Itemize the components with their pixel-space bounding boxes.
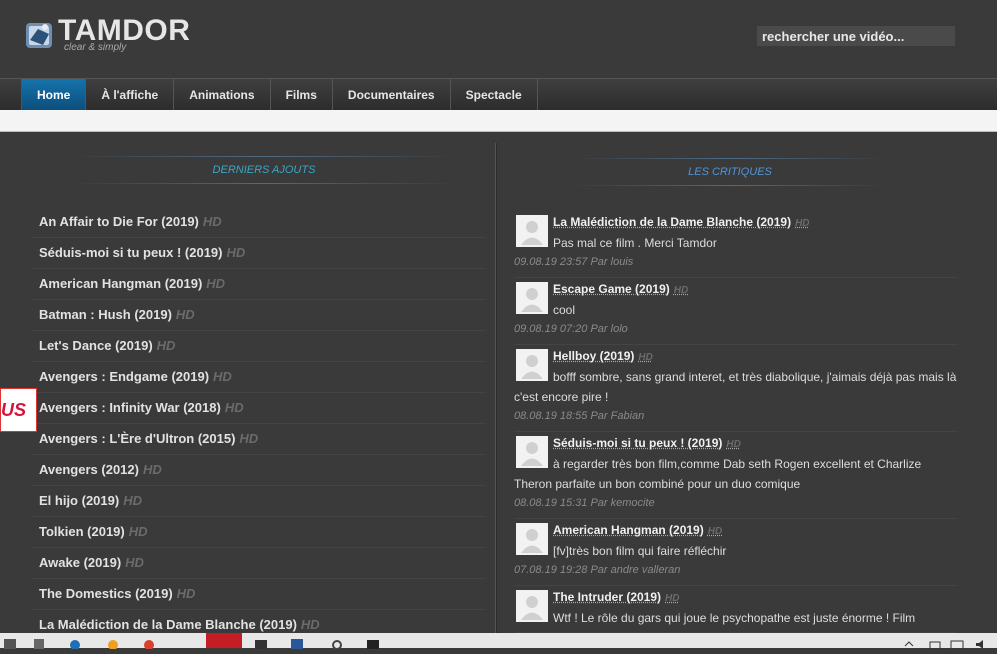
review-text: cool: [514, 300, 958, 320]
hd-badge: HD: [129, 524, 148, 539]
movie-link[interactable]: Batman : Hush (2019) HD: [32, 300, 486, 331]
user-avatar-icon: [516, 523, 548, 555]
review-movie-link[interactable]: The Intruder (2019) HD: [553, 588, 958, 608]
review-meta: 09.08.19 07:20 Par lolo: [514, 320, 958, 340]
hd-badge: HD: [157, 338, 176, 353]
active-app-icon[interactable]: [206, 633, 242, 648]
chevron-up-icon[interactable]: [902, 636, 916, 648]
section-title: DERNIERS AJOUTS: [70, 157, 458, 183]
hd-badge: HD: [123, 493, 142, 508]
store-icon[interactable]: [32, 636, 46, 648]
hd-badge: HD: [125, 555, 144, 570]
nav-a-laffiche[interactable]: À l'affiche: [86, 79, 174, 111]
word-icon[interactable]: [290, 636, 304, 648]
nav-documentaires[interactable]: Documentaires: [333, 79, 451, 111]
latest-movies-list: An Affair to Die For (2019) HD Séduis-moi…: [32, 207, 486, 641]
review-movie-link[interactable]: American Hangman (2019) HD: [553, 521, 958, 541]
gear-icon[interactable]: [330, 636, 344, 648]
hd-badge: HD: [708, 526, 722, 537]
hd-badge: HD: [206, 276, 225, 291]
site-header: TAMDOR clear & simply: [0, 0, 997, 78]
hd-badge: HD: [143, 462, 162, 477]
side-promo-badge[interactable]: US: [0, 388, 37, 432]
review-item: Escape Game (2019) HD cool 09.08.19 07:20…: [514, 278, 958, 345]
logo-subtitle: clear & simply: [64, 42, 126, 53]
movie-link[interactable]: Let's Dance (2019) HD: [32, 331, 486, 362]
logo-icon[interactable]: [25, 20, 55, 50]
movie-link[interactable]: El hijo (2019) HD: [32, 486, 486, 517]
window-icon[interactable]: [254, 636, 268, 648]
review-meta: 09.08.19 23:57 Par louis: [514, 253, 958, 273]
nav-animations[interactable]: Animations: [174, 79, 270, 111]
movie-link[interactable]: Avengers (2012) HD: [32, 455, 486, 486]
user-avatar-icon: [516, 436, 548, 468]
hd-badge: HD: [795, 218, 809, 229]
speaker-icon[interactable]: [974, 636, 988, 648]
hd-badge: HD: [239, 431, 258, 446]
chrome-icon[interactable]: [142, 636, 156, 648]
edge-icon[interactable]: [68, 636, 82, 648]
review-movie-link[interactable]: La Malédiction de la Dame Blanche (2019)…: [553, 213, 958, 233]
movie-link[interactable]: Séduis-moi si tu peux ! (2019) HD: [32, 238, 486, 269]
latest-additions-heading: DERNIERS AJOUTS: [70, 156, 458, 184]
hd-badge: HD: [301, 617, 320, 632]
review-movie-link[interactable]: Hellboy (2019) HD: [553, 347, 958, 367]
user-avatar-icon: [516, 590, 548, 622]
nav-spectacle[interactable]: Spectacle: [451, 79, 538, 111]
hd-badge: HD: [176, 307, 195, 322]
review-meta: 07.08.19 19:28 Par andre valleran: [514, 561, 958, 581]
review-text: Wtf ! Le rôle du gars qui joue le psycho…: [514, 608, 958, 628]
movie-link[interactable]: American Hangman (2019) HD: [32, 269, 486, 300]
user-avatar-icon: [516, 349, 548, 381]
review-item: Hellboy (2019) HD bofff sombre, sans gran…: [514, 345, 958, 432]
hd-badge: HD: [177, 586, 196, 601]
review-item: The Intruder (2019) HD Wtf ! Le rôle du g…: [514, 586, 958, 633]
hd-badge: HD: [726, 439, 740, 450]
hd-badge: HD: [203, 214, 222, 229]
reviews-heading: LES CRITIQUES: [572, 158, 888, 186]
reviews-list: La Malédiction de la Dame Blanche (2019)…: [514, 211, 958, 633]
review-item: Séduis-moi si tu peux ! (2019) HD à regar…: [514, 432, 958, 519]
review-text: à regarder très bon film,comme Dab seth …: [514, 454, 958, 494]
review-meta: 08.08.19 18:55 Par Fabian: [514, 407, 958, 427]
movie-link[interactable]: Avengers : L'Ère d'Ultron (2015) HD: [32, 424, 486, 455]
hd-badge: HD: [665, 593, 679, 604]
nav-films[interactable]: Films: [271, 79, 333, 111]
review-item: American Hangman (2019) HD [fv]très bon f…: [514, 519, 958, 586]
review-meta: 08.08.19 15:31 Par kemocite: [514, 494, 958, 514]
review-item: La Malédiction de la Dame Blanche (2019)…: [514, 211, 958, 278]
movie-link[interactable]: Avengers : Endgame (2019) HD: [32, 362, 486, 393]
movie-link[interactable]: Awake (2019) HD: [32, 548, 486, 579]
review-movie-link[interactable]: Séduis-moi si tu peux ! (2019) HD: [553, 434, 958, 454]
hd-badge: HD: [225, 400, 244, 415]
hd-badge: HD: [213, 369, 232, 384]
user-avatar-icon: [516, 282, 548, 314]
review-text: [fv]très bon film qui faire réfléchir: [514, 541, 958, 561]
review-text: bofff sombre, sans grand interet, et trè…: [514, 367, 958, 407]
column-divider: [495, 143, 497, 633]
nav-home[interactable]: Home: [22, 79, 86, 111]
review-movie-link[interactable]: Escape Game (2019) HD: [553, 280, 958, 300]
network-icon[interactable]: [928, 636, 942, 648]
hd-badge: HD: [227, 245, 246, 260]
start-icon[interactable]: [4, 636, 18, 648]
sub-banner: [0, 110, 997, 132]
movie-link[interactable]: Tolkien (2019) HD: [32, 517, 486, 548]
app-icon[interactable]: [106, 636, 120, 648]
movie-link[interactable]: The Domestics (2019) HD: [32, 579, 486, 610]
hd-badge: HD: [674, 285, 688, 296]
main-nav: Home À l'affiche Animations Films Docume…: [0, 78, 997, 111]
terminal-icon[interactable]: [366, 636, 380, 648]
monitor-icon[interactable]: [950, 636, 964, 648]
hd-badge: HD: [638, 352, 652, 363]
section-title: LES CRITIQUES: [572, 159, 888, 185]
movie-link[interactable]: An Affair to Die For (2019) HD: [32, 207, 486, 238]
os-taskbar: [0, 633, 997, 648]
review-text: Pas mal ce film . Merci Tamdor: [514, 233, 958, 253]
user-avatar-icon: [516, 215, 548, 247]
search-input[interactable]: [757, 26, 955, 46]
movie-link[interactable]: Avengers : Infinity War (2018) HD: [32, 393, 486, 424]
